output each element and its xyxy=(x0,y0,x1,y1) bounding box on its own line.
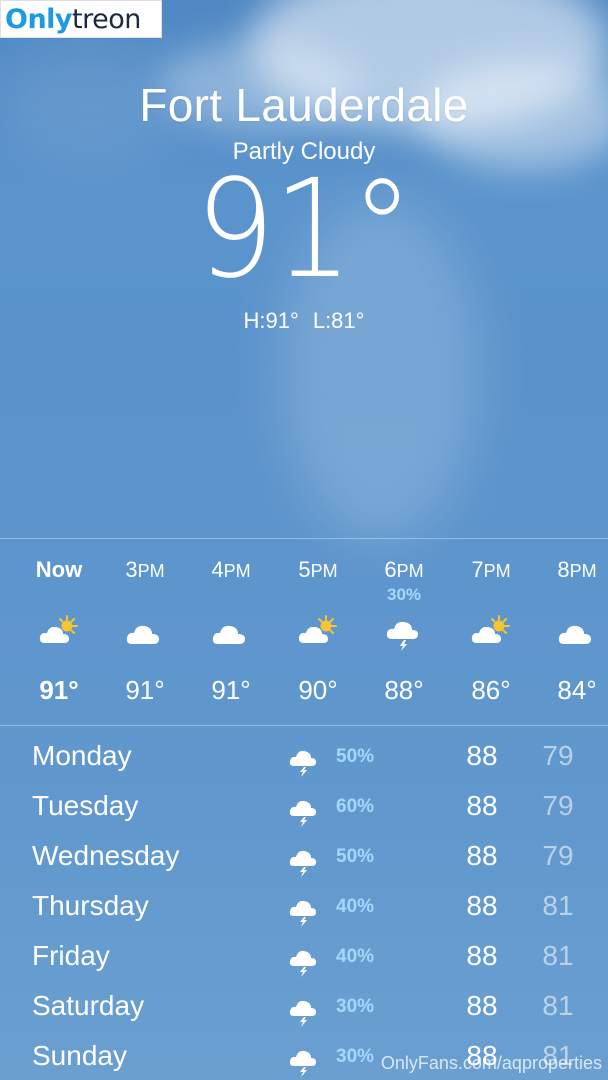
watermark-logo: Only treon xyxy=(0,0,162,38)
hourly-forecast[interactable]: Now 91° 3PM 91° 4PM 91° 5PM 90° 6PM 30% … xyxy=(0,538,608,726)
hour-time: 6PM xyxy=(384,557,424,582)
sun-behind-cloud-icon xyxy=(298,615,337,643)
day-name: Thursday xyxy=(32,890,149,921)
day-precip: 30% xyxy=(336,996,375,1017)
day-precip: 30% xyxy=(336,1046,375,1067)
day-row: Monday 50% 88 79 xyxy=(0,732,608,782)
day-high: 88 xyxy=(466,890,498,921)
hour-temp: 91° xyxy=(39,675,79,705)
hour-temp: 91° xyxy=(211,675,251,705)
day-precip: 40% xyxy=(336,946,375,967)
hour-item-4pm: 4PM 91° xyxy=(186,539,276,727)
day-low: 79 xyxy=(542,790,574,821)
hour-item-6pm: 6PM 30% 88° xyxy=(359,539,449,727)
cloud-icon xyxy=(558,625,591,644)
hour-item-7pm: 7PM 86° xyxy=(446,539,536,727)
hour-time: 8PM xyxy=(557,557,597,582)
day-low: 79 xyxy=(542,840,574,871)
city-name: Fort Lauderdale xyxy=(139,79,469,131)
hour-time: 7PM xyxy=(471,557,511,582)
high-low: H:91° L:81° xyxy=(0,308,608,334)
day-high: 88 xyxy=(466,740,498,771)
hour-precip: 30% xyxy=(386,585,422,604)
day-low: 81 xyxy=(542,990,574,1021)
day-name: Tuesday xyxy=(32,790,139,821)
hour-temp: 90° xyxy=(298,675,338,705)
day-row: Tuesday 60% 88 79 xyxy=(0,782,608,832)
hour-time: 3PM xyxy=(125,557,165,582)
hour-time: 5PM xyxy=(298,557,338,582)
sun-behind-cloud-icon xyxy=(471,615,510,643)
day-high: 88 xyxy=(466,790,498,821)
day-low: 81 xyxy=(542,890,574,921)
hour-temp: 91° xyxy=(125,675,165,705)
day-high: 88 xyxy=(466,990,498,1021)
watermark-brand-a: Only xyxy=(5,3,73,35)
day-low: 79 xyxy=(542,740,574,771)
hour-temp: 86° xyxy=(471,675,511,705)
day-name: Monday xyxy=(32,740,132,771)
day-high: 88 xyxy=(466,840,498,871)
day-precip: 50% xyxy=(336,746,375,767)
day-row: Saturday 30% 88 81 xyxy=(0,982,608,1032)
thunderstorm-icon xyxy=(289,1000,316,1027)
hour-temp: 84° xyxy=(557,675,597,705)
day-name: Friday xyxy=(32,940,110,971)
high-temp: H:91° xyxy=(243,308,299,333)
day-name: Wednesday xyxy=(32,840,180,871)
watermark-footer: OnlyFans.com/aqproperties xyxy=(380,1053,602,1073)
thunderstorm-icon xyxy=(386,621,418,651)
thunderstorm-icon xyxy=(289,850,316,877)
day-precip: 50% xyxy=(336,846,375,867)
day-name: Saturday xyxy=(32,990,145,1021)
watermark-brand-b: treon xyxy=(72,3,141,35)
thunderstorm-icon xyxy=(289,800,316,827)
day-precip: 60% xyxy=(336,796,375,817)
day-row: Friday 40% 88 81 xyxy=(0,932,608,982)
hour-temp: 88° xyxy=(384,675,424,705)
day-row: Wednesday 50% 88 79 xyxy=(0,832,608,882)
hour-item-8pm: 8PM 84° xyxy=(532,539,608,727)
day-low: 81 xyxy=(542,940,574,971)
hour-item-now: Now 91° xyxy=(14,539,104,727)
day-precip: 40% xyxy=(336,896,375,917)
daily-forecast[interactable]: Monday 50% 88 79 Tuesday 60% 88 79 Wedne… xyxy=(0,732,608,1080)
hour-time: Now xyxy=(35,557,83,582)
cloud-icon xyxy=(212,625,245,644)
hour-time: 4PM xyxy=(211,557,251,582)
current-conditions: Fort Lauderdale Partly Cloudy 91° H:91° … xyxy=(0,78,608,334)
sun-behind-cloud-icon xyxy=(39,615,78,643)
hour-item-3pm: 3PM 91° xyxy=(100,539,190,727)
cloud-icon xyxy=(126,625,159,644)
day-row: Thursday 40% 88 81 xyxy=(0,882,608,932)
current-temperature: 91° xyxy=(195,151,414,309)
thunderstorm-icon xyxy=(289,750,316,777)
thunderstorm-icon xyxy=(289,1050,316,1077)
thunderstorm-icon xyxy=(289,950,316,977)
hour-item-5pm: 5PM 90° xyxy=(273,539,363,727)
day-name: Sunday xyxy=(32,1040,127,1071)
low-temp: L:81° xyxy=(312,308,365,333)
day-high: 88 xyxy=(466,940,498,971)
thunderstorm-icon xyxy=(289,900,316,927)
